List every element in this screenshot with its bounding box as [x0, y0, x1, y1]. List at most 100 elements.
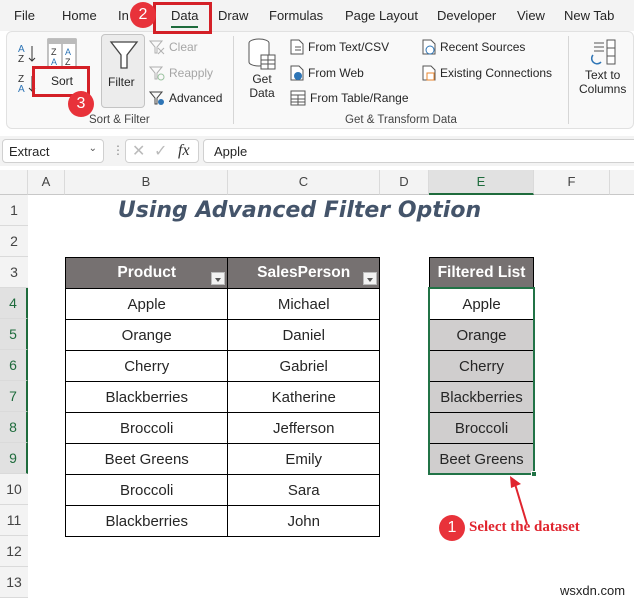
row-header-13[interactable]: 13	[0, 567, 28, 598]
table-row: Beet Greens Emily	[64, 443, 380, 475]
enter-icon[interactable]: ✓	[154, 141, 167, 161]
cell-product[interactable]: Apple	[64, 288, 229, 320]
row-header-6[interactable]: 6	[0, 350, 28, 381]
cell-salesperson[interactable]: Katherine	[227, 381, 380, 413]
cell-product[interactable]: Broccoli	[64, 474, 229, 506]
cell-salesperson[interactable]: Daniel	[227, 319, 380, 351]
cell-salesperson[interactable]: Jefferson	[227, 412, 380, 444]
tab-page-layout[interactable]: Page Layout	[345, 8, 418, 23]
chevron-down-icon[interactable]: ⌄	[89, 143, 97, 154]
cell-filtered-item[interactable]: Cherry	[429, 350, 534, 382]
table-row: Cherry Gabriel	[64, 350, 380, 382]
cell-product[interactable]: Blackberries	[64, 381, 229, 413]
column-header-c[interactable]: C	[228, 170, 380, 195]
cell-product[interactable]: Broccoli	[64, 412, 229, 444]
filter-dropdown-icon[interactable]	[211, 272, 226, 285]
column-header-g[interactable]	[610, 170, 634, 195]
cancel-icon[interactable]: ✕	[132, 141, 145, 161]
clear-filter-icon	[149, 40, 165, 55]
text-to-columns-icon	[590, 39, 616, 65]
from-text-csv-button[interactable]: From Text/CSV	[290, 39, 389, 55]
text-to-columns-button[interactable]: Text to Columns	[579, 38, 626, 96]
fx-icon[interactable]: fx	[178, 142, 190, 160]
svg-text:A: A	[65, 47, 71, 57]
row-header-8[interactable]: 8	[0, 412, 28, 443]
row-header-5[interactable]: 5	[0, 319, 28, 350]
row-header-11[interactable]: 11	[0, 505, 28, 536]
from-web-button[interactable]: From Web	[290, 65, 364, 81]
tab-file[interactable]: File	[14, 8, 35, 23]
row-header-2[interactable]: 2	[0, 226, 28, 257]
column-header-a[interactable]: A	[28, 170, 65, 195]
name-box[interactable]: Extract ⌄	[2, 139, 104, 163]
cell-product[interactable]: Beet Greens	[64, 443, 229, 475]
tab-draw[interactable]: Draw	[218, 8, 248, 23]
list-item: Blackberries	[429, 381, 534, 413]
cell-filtered-item[interactable]: Beet Greens	[429, 443, 534, 475]
row-header-9[interactable]: 9	[0, 443, 28, 474]
cell-salesperson[interactable]: Michael	[227, 288, 380, 320]
watermark: wsxdn.com	[560, 583, 626, 598]
sheet-title: Using Advanced Filter Option	[117, 198, 482, 223]
header-product: Product	[64, 257, 229, 289]
row-header-1[interactable]: 1	[0, 195, 28, 226]
tab-view[interactable]: View	[517, 8, 545, 23]
sort-a-to-z-button[interactable]: A Z	[17, 42, 37, 64]
advanced-filter-icon	[149, 91, 164, 105]
more-options-icon[interactable]: ⋮	[112, 143, 124, 157]
column-header-f[interactable]: F	[534, 170, 610, 195]
cell-product[interactable]: Orange	[64, 319, 229, 351]
cell-salesperson[interactable]: Emily	[227, 443, 380, 475]
existing-connections-icon	[422, 65, 436, 81]
cell-filtered-item[interactable]: Orange	[429, 319, 534, 351]
advanced-button[interactable]: Advanced	[149, 90, 222, 106]
step-2-highlight	[153, 2, 212, 34]
text-file-icon	[290, 39, 304, 55]
row-header-12[interactable]: 12	[0, 536, 28, 567]
cell-filtered-item[interactable]: Blackberries	[429, 381, 534, 413]
existing-connections-button[interactable]: Existing Connections	[422, 65, 552, 81]
formula-input[interactable]: Apple	[203, 139, 634, 163]
select-all-corner[interactable]	[0, 170, 28, 195]
reapply-filter-icon	[149, 66, 165, 81]
tab-developer[interactable]: Developer	[437, 8, 496, 23]
row-header-3[interactable]: 3	[0, 257, 28, 288]
cell-filtered-item[interactable]: Apple	[429, 288, 534, 320]
get-data-button[interactable]: Get Data	[247, 38, 277, 100]
spreadsheet-grid: A B C D E F 1 2 3 4 5 6 7 8 9 10 11 12 1…	[0, 166, 634, 603]
cell-salesperson[interactable]: Gabriel	[227, 350, 380, 382]
formula-bar: Extract ⌄ ⋮ ✕ ✓ fx Apple	[0, 136, 634, 166]
filter-button[interactable]: Filter	[101, 34, 145, 108]
reapply-button[interactable]: Reapply	[149, 65, 213, 81]
clear-button[interactable]: Clear	[149, 39, 198, 55]
from-table-range-button[interactable]: From Table/Range	[290, 90, 409, 106]
table-icon	[290, 90, 306, 106]
row-header-10[interactable]: 10	[0, 474, 28, 505]
database-icon	[248, 38, 276, 70]
row-header-7[interactable]: 7	[0, 381, 28, 412]
tab-home[interactable]: Home	[62, 8, 97, 23]
row-header-4[interactable]: 4	[0, 288, 28, 319]
column-header-e[interactable]: E	[429, 170, 534, 195]
table-row: Blackberries John	[64, 505, 380, 537]
reapply-label: Reapply	[169, 66, 214, 80]
header-salesperson: SalesPerson	[227, 257, 380, 289]
product-table: Product SalesPerson Apple Michael Orange D…	[64, 257, 380, 537]
recent-sources-button[interactable]: Recent Sources	[422, 39, 525, 55]
filtered-list-table: Filtered List Apple Orange Cherry Blackb…	[429, 257, 534, 475]
cell-product[interactable]: Blackberries	[64, 505, 229, 537]
cell-filtered-item[interactable]: Broccoli	[429, 412, 534, 444]
column-header-d[interactable]: D	[380, 170, 429, 195]
tab-formulas[interactable]: Formulas	[269, 8, 323, 23]
svg-text:A: A	[18, 84, 25, 94]
recent-sources-icon	[422, 39, 436, 55]
cell-product[interactable]: Cherry	[64, 350, 229, 382]
cell-salesperson[interactable]: John	[227, 505, 380, 537]
filter-dropdown-icon[interactable]	[363, 272, 377, 285]
clear-label: Clear	[169, 40, 198, 54]
tab-new-tab[interactable]: New Tab	[564, 8, 614, 23]
column-header-b[interactable]: B	[65, 170, 228, 195]
cell-salesperson[interactable]: Sara	[227, 474, 380, 506]
tab-insert[interactable]: In	[118, 8, 129, 23]
table-row: Broccoli Jefferson	[64, 412, 380, 444]
